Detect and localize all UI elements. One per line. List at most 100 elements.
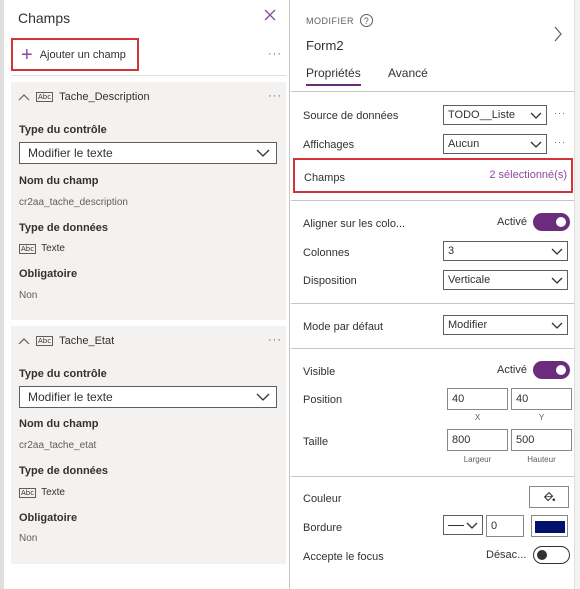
chevron-down-icon xyxy=(551,277,563,284)
divider xyxy=(291,91,574,92)
required-label: Obligatoire xyxy=(19,512,78,524)
fields-property-row[interactable]: Champs 2 sélectionné(s) xyxy=(293,158,573,193)
help-icon[interactable]: ? xyxy=(360,14,373,27)
size-label: Taille xyxy=(303,436,329,448)
border-label: Bordure xyxy=(303,522,343,534)
data-type-value: Texte xyxy=(41,243,65,254)
properties-pane: MODIFIER ? Form2 Propriétés Avancé Sourc… xyxy=(291,0,580,589)
chevron-down-icon xyxy=(530,112,542,119)
app-frame: Champs + Ajouter un champ ··· Abc Tache_… xyxy=(0,0,580,589)
chevron-down-icon xyxy=(551,248,563,255)
width-input[interactable]: 800 xyxy=(447,429,508,451)
border-style-dropdown[interactable] xyxy=(443,515,483,535)
x-caption: X xyxy=(474,413,481,422)
views-more-icon[interactable]: ··· xyxy=(554,137,566,147)
text-field-icon: Abc xyxy=(36,336,54,346)
views-dropdown[interactable]: Aucun xyxy=(443,134,547,154)
y-caption: Y xyxy=(538,413,545,422)
card-more-icon[interactable]: ··· xyxy=(268,334,282,346)
chevron-right-icon[interactable] xyxy=(553,26,563,42)
columns-dropdown[interactable]: 3 xyxy=(443,241,568,261)
text-type-icon: Abc xyxy=(19,487,37,498)
field-card-description: Abc Tache_Description ··· Type du contrô… xyxy=(11,82,286,320)
default-mode-label: Mode par défaut xyxy=(303,321,384,333)
columns-label: Colonnes xyxy=(303,247,350,259)
divider xyxy=(11,75,286,76)
views-label: Affichages xyxy=(303,139,355,151)
height-input[interactable]: 500 xyxy=(511,429,572,451)
fill-color-button[interactable] xyxy=(529,486,569,508)
text-field-icon: Abc xyxy=(36,92,54,102)
accepts-focus-toggle[interactable] xyxy=(533,546,570,564)
color-label: Couleur xyxy=(303,493,342,505)
snap-state-label: Activé xyxy=(497,216,527,228)
data-source-label: Source de données xyxy=(303,110,399,122)
tab-advanced[interactable]: Avancé xyxy=(388,66,428,80)
width-caption: Largeur xyxy=(463,455,492,464)
chevron-up-icon[interactable] xyxy=(18,336,30,346)
modifier-label: MODIFIER xyxy=(306,15,354,26)
data-type-row: Abc Texte xyxy=(19,243,65,254)
control-type-value: Modifier le texte xyxy=(28,390,113,404)
field-card-header[interactable]: Abc Tache_Description ··· xyxy=(11,82,286,112)
layout-label: Disposition xyxy=(303,275,357,287)
chevron-down-icon xyxy=(256,393,270,401)
default-mode-value: Modifier xyxy=(448,319,488,331)
required-label: Obligatoire xyxy=(19,268,78,280)
border-width-input[interactable]: 0 xyxy=(486,515,524,537)
data-type-row: Abc Texte xyxy=(19,487,65,498)
paint-bucket-icon xyxy=(543,491,556,502)
data-type-value: Texte xyxy=(41,487,65,498)
fields-pane-title: Champs xyxy=(18,10,71,26)
chevron-down-icon xyxy=(256,149,270,157)
modifier-header: MODIFIER ? xyxy=(306,14,373,27)
default-mode-dropdown[interactable]: Modifier xyxy=(443,315,568,335)
field-name-value: cr2aa_tache_description xyxy=(19,197,128,208)
divider xyxy=(291,200,574,201)
field-card-name: Tache_Description xyxy=(59,91,150,103)
field-name-label: Nom du champ xyxy=(19,418,99,430)
data-type-label: Type de données xyxy=(19,465,109,477)
fields-more-icon[interactable]: ··· xyxy=(268,48,282,60)
form-title: Form2 xyxy=(306,38,344,53)
vertical-scrollbar[interactable] xyxy=(574,0,580,589)
data-source-dropdown[interactable]: TODO__Liste xyxy=(443,105,547,125)
required-value: Non xyxy=(19,290,38,301)
height-caption: Hauteur xyxy=(527,455,556,464)
data-source-more-icon[interactable]: ··· xyxy=(554,108,566,118)
field-card-name: Tache_Etat xyxy=(59,335,115,347)
chevron-down-icon xyxy=(466,522,478,529)
visible-label: Visible xyxy=(303,366,336,378)
focus-state-label: Désac... xyxy=(486,549,527,561)
field-name-label: Nom du champ xyxy=(19,175,99,187)
visible-toggle[interactable] xyxy=(533,361,570,379)
position-y-input[interactable]: 40 xyxy=(511,388,572,410)
card-more-icon[interactable]: ··· xyxy=(268,90,282,102)
visible-state-label: Activé xyxy=(497,364,527,376)
chevron-down-icon xyxy=(551,322,563,329)
chevron-down-icon xyxy=(530,141,542,148)
field-card-etat: Abc Tache_Etat ··· Type du contrôle Modi… xyxy=(11,326,286,564)
field-card-header[interactable]: Abc Tache_Etat ··· xyxy=(11,326,286,356)
chevron-up-icon[interactable] xyxy=(18,92,30,102)
accepts-focus-label: Accepte le focus xyxy=(303,551,384,563)
views-value: Aucun xyxy=(448,138,480,150)
control-type-select[interactable]: Modifier le texte xyxy=(19,386,277,408)
layout-dropdown[interactable]: Verticale xyxy=(443,270,568,290)
tab-properties[interactable]: Propriétés xyxy=(306,66,361,86)
control-type-select[interactable]: Modifier le texte xyxy=(19,142,277,164)
field-name-value: cr2aa_tache_etat xyxy=(19,440,97,451)
close-icon[interactable] xyxy=(263,8,277,22)
position-x-input[interactable]: 40 xyxy=(447,388,508,410)
snap-columns-toggle[interactable] xyxy=(533,213,570,231)
fields-pane: Champs + Ajouter un champ ··· Abc Tache_… xyxy=(4,0,290,589)
fields-selected-link[interactable]: 2 sélectionné(s) xyxy=(489,169,567,181)
border-color-button[interactable] xyxy=(531,515,568,537)
divider xyxy=(291,303,574,304)
data-type-label: Type de données xyxy=(19,222,109,234)
layout-value: Verticale xyxy=(448,274,491,286)
fields-property-label: Champs xyxy=(304,172,345,184)
divider xyxy=(291,348,574,349)
add-field-button[interactable]: + Ajouter un champ xyxy=(11,38,139,71)
data-source-value: TODO__Liste xyxy=(448,109,516,121)
